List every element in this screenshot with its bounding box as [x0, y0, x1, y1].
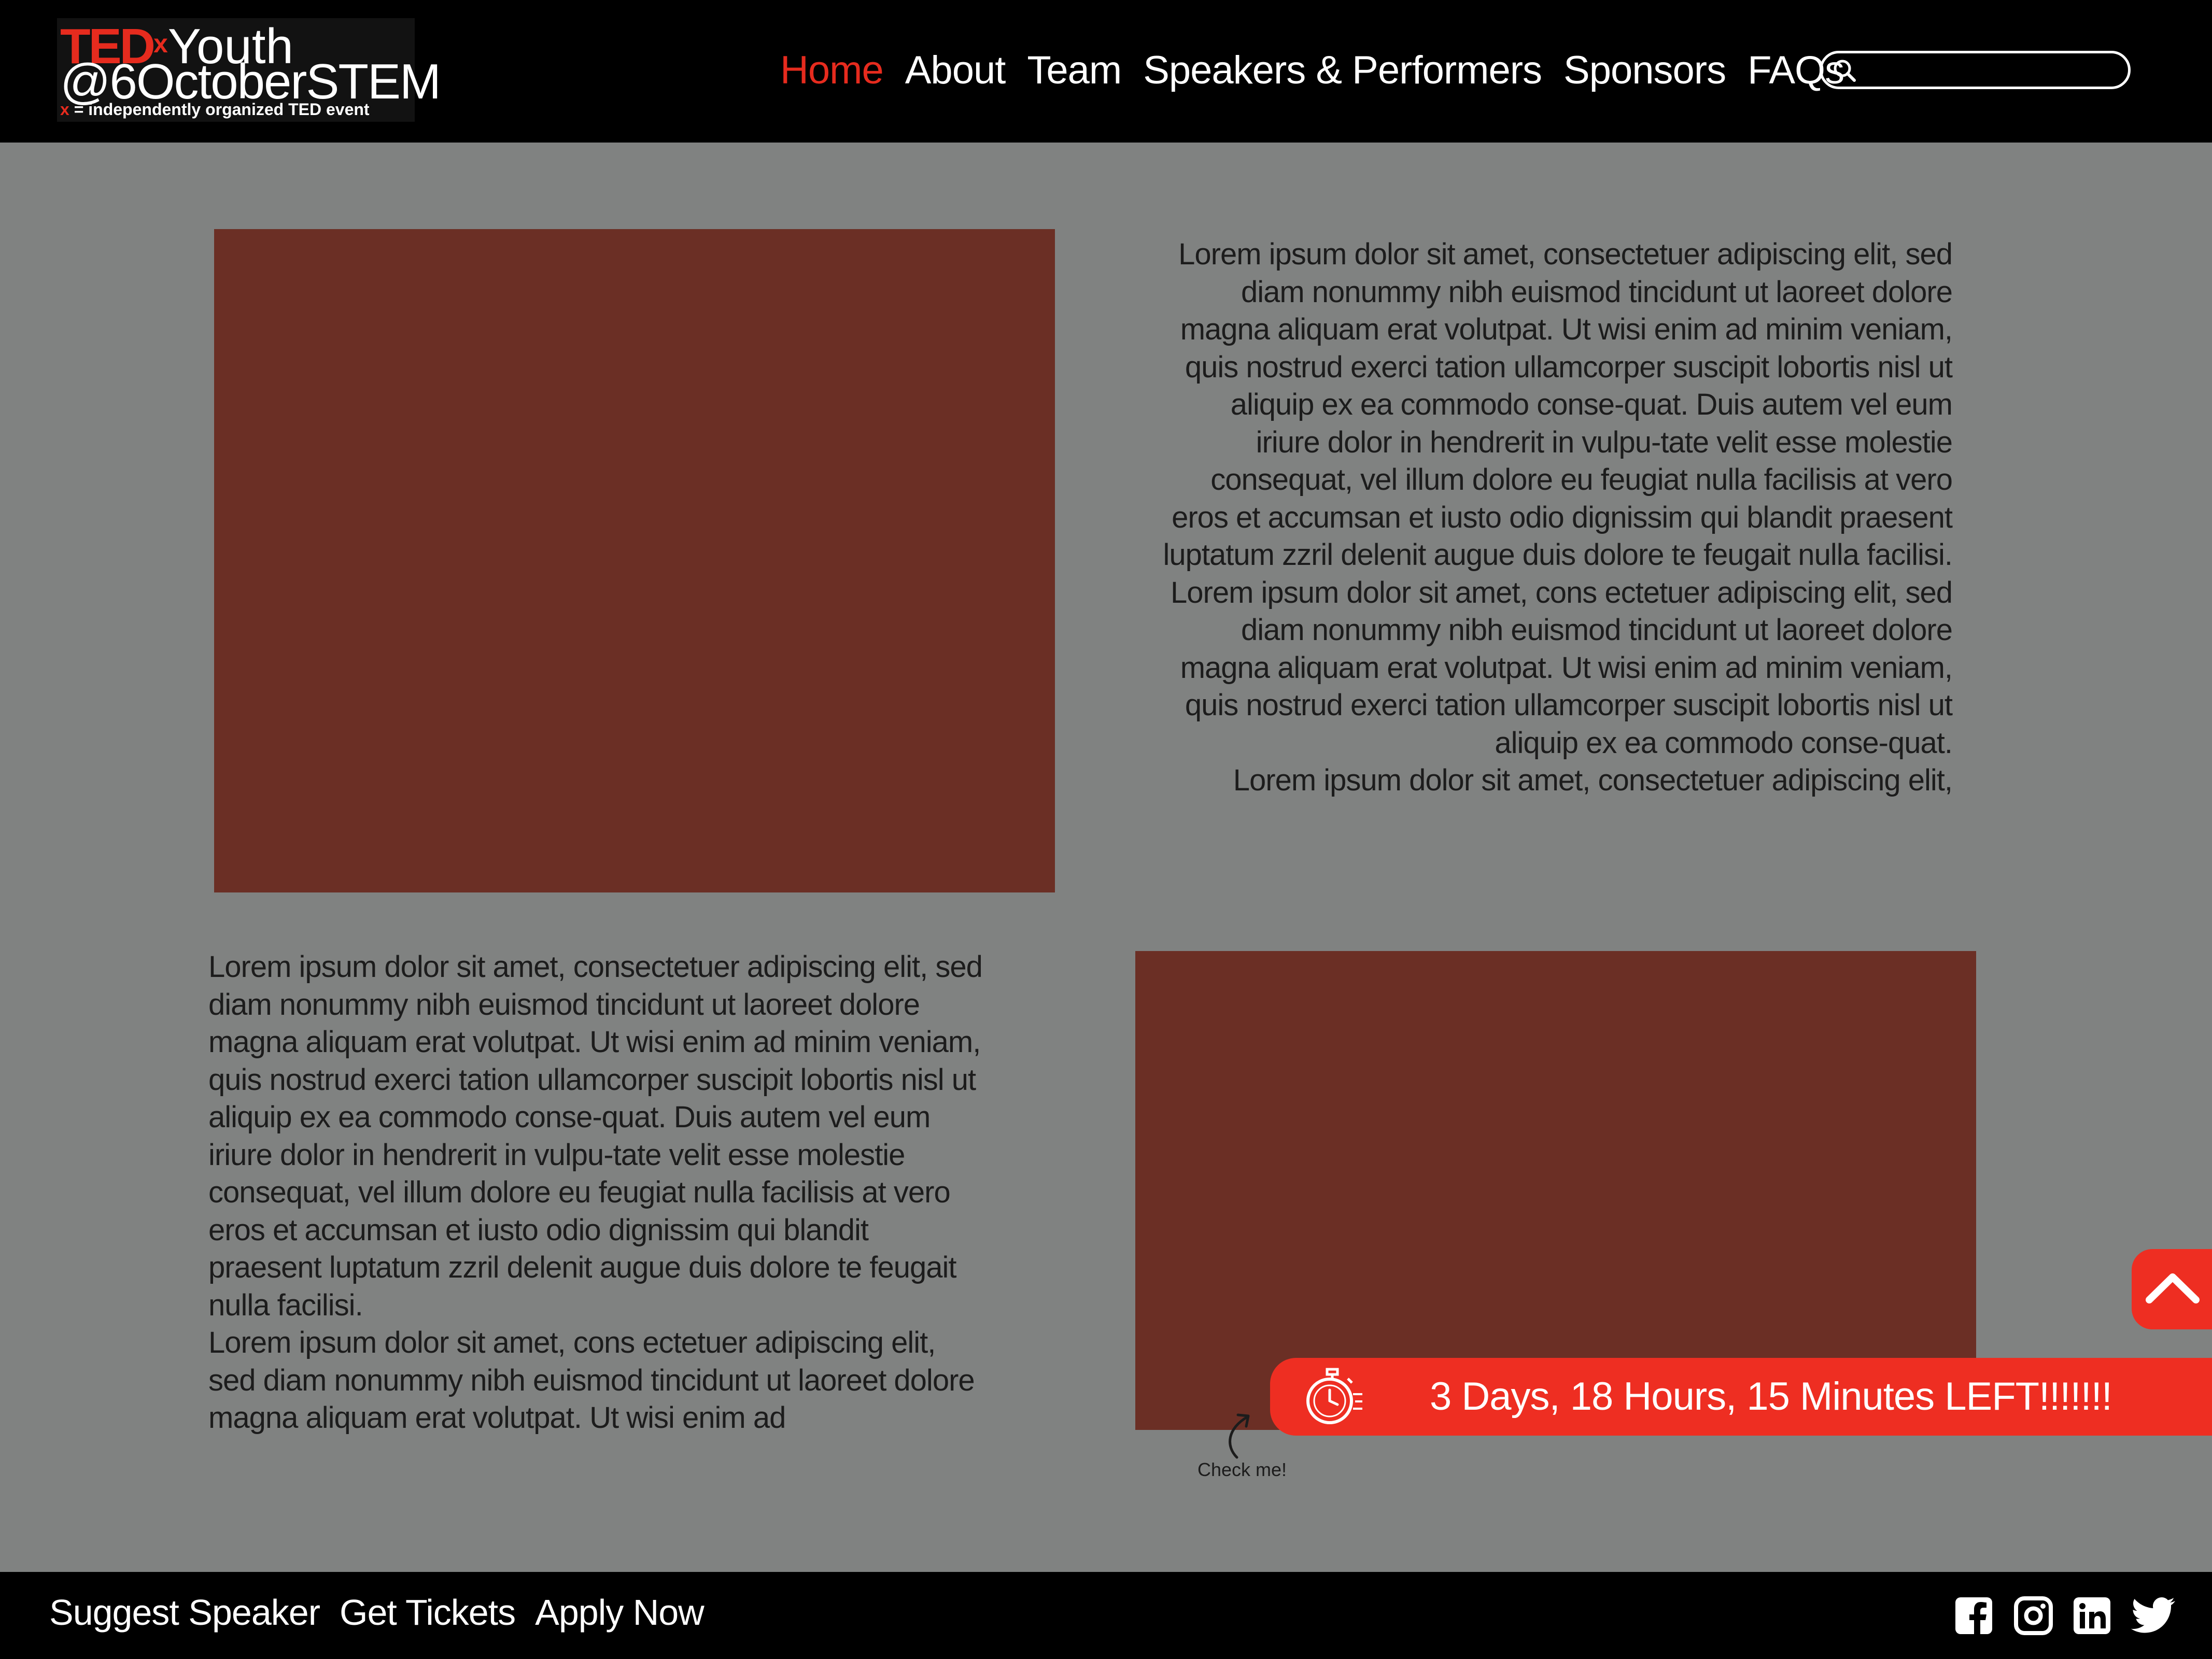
footer-bar: Suggest Speaker Get Tickets Apply Now — [0, 1572, 2212, 1659]
chevron-up-icon — [2146, 1273, 2200, 1303]
text-block-left: Lorem ipsum dolor sit amet, consectetuer… — [208, 948, 986, 1437]
check-me-label: Check me! — [1197, 1459, 1287, 1480]
paragraph: Lorem ipsum dolor sit amet, cons ectetue… — [208, 1326, 975, 1435]
footer-links: Suggest Speaker Get Tickets Apply Now — [49, 1592, 724, 1633]
twitter-icon[interactable] — [2130, 1596, 2176, 1635]
paragraph: Lorem ipsum dolor sit amet, cons ectetue… — [1171, 575, 1953, 760]
footer-link-suggest-speaker[interactable]: Suggest Speaker — [49, 1592, 320, 1633]
nav-team[interactable]: Team — [1027, 48, 1122, 93]
nav-home[interactable]: Home — [780, 48, 884, 93]
linkedin-icon[interactable] — [2073, 1596, 2111, 1635]
top-navigation-bar: TEDxYouth @6OctoberSTEM x = independentl… — [0, 0, 2212, 143]
stopwatch-icon — [1306, 1368, 1362, 1424]
logo-tagline-x: x — [60, 100, 69, 119]
search-input[interactable] — [1864, 58, 2125, 84]
nav-speakers-performers[interactable]: Speakers & Performers — [1143, 48, 1542, 93]
tedx-logo[interactable]: TEDxYouth @6OctoberSTEM x = independentl… — [57, 18, 441, 122]
main-nav: Home About Team Speakers & Performers Sp… — [780, 44, 1866, 96]
paragraph: Lorem ipsum dolor sit amet, consectetuer… — [208, 950, 983, 1322]
facebook-icon[interactable] — [1954, 1596, 1993, 1635]
logo-tagline: = independently organized TED event — [69, 100, 370, 119]
image-placeholder-top — [214, 229, 1055, 892]
search-box[interactable] — [1820, 51, 2131, 89]
nav-sponsors[interactable]: Sponsors — [1563, 48, 1726, 93]
search-icon[interactable] — [1831, 58, 1857, 83]
instagram-icon[interactable] — [2014, 1596, 2053, 1635]
footer-link-get-tickets[interactable]: Get Tickets — [340, 1592, 516, 1633]
curved-arrow-icon — [1229, 1413, 1250, 1459]
countdown-banner[interactable]: 3 Days, 18 Hours, 15 Minutes LEFT!!!!!!! — [1270, 1358, 2212, 1436]
text-block-right: Lorem ipsum dolor sit amet, consectetuer… — [1161, 236, 1953, 800]
paragraph: Lorem ipsum dolor sit amet, consectetuer… — [1233, 763, 1953, 797]
paragraph: Lorem ipsum dolor sit amet, consectetuer… — [1163, 237, 1953, 572]
countdown-text: 3 Days, 18 Hours, 15 Minutes LEFT!!!!!!! — [1430, 1374, 2112, 1419]
logo-tagline-line: x = independently organized TED event — [60, 99, 370, 120]
scroll-to-top-button[interactable] — [2132, 1249, 2212, 1329]
nav-about[interactable]: About — [905, 48, 1006, 93]
footer-link-apply-now[interactable]: Apply Now — [535, 1592, 705, 1633]
